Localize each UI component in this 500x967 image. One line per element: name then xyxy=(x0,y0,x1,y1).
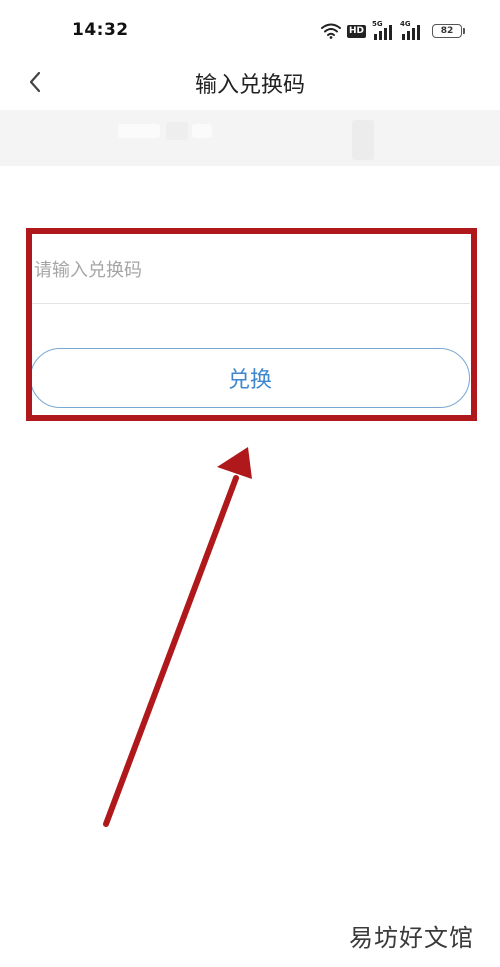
watermark: 易坊好文馆 xyxy=(349,924,474,952)
redeem-panel: 兑换 xyxy=(30,238,470,408)
wifi-icon xyxy=(320,23,341,39)
banner-blur xyxy=(192,124,212,138)
signal-5g-icon: 5G xyxy=(372,20,394,40)
network-4g-label: 4G xyxy=(400,20,411,28)
signal-4g-icon: 4G xyxy=(400,20,422,40)
banner-placeholder xyxy=(0,110,500,166)
banner-blur xyxy=(118,124,160,138)
status-bar: 14:32 HD 5G 4G 82 xyxy=(0,0,500,62)
page-title: 输入兑换码 xyxy=(194,73,305,98)
banner-blur xyxy=(352,120,374,160)
battery-level: 82 xyxy=(440,26,454,36)
status-time: 14:32 xyxy=(72,20,129,40)
redeem-button[interactable]: 兑换 xyxy=(30,348,470,408)
network-5g-label: 5G xyxy=(372,20,383,28)
status-icons: HD 5G 4G 82 xyxy=(320,20,465,41)
banner-blur xyxy=(166,122,188,140)
nav-bar: 输入兑换码 xyxy=(0,62,500,106)
redeem-code-input[interactable] xyxy=(30,238,470,304)
battery-icon: 82 xyxy=(432,24,465,38)
hd-badge: HD xyxy=(346,24,366,38)
